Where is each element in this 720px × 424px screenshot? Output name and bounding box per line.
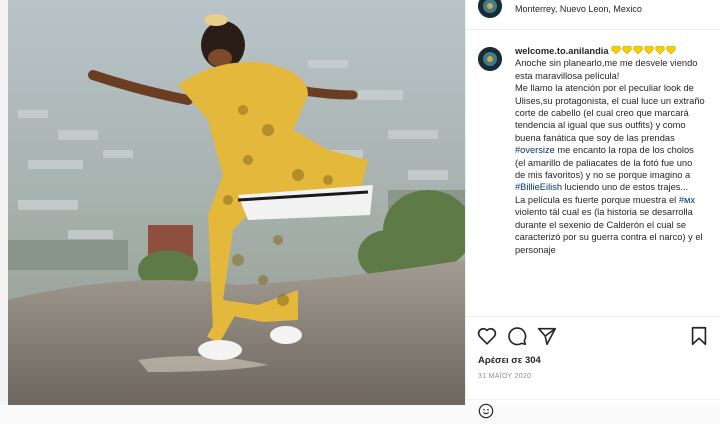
post-media[interactable]	[0, 0, 465, 405]
hashtag-billieeilish[interactable]: #BillieEilish	[515, 182, 562, 192]
avatar[interactable]	[478, 47, 502, 71]
post-caption: welcome.to.anilandia Anoche sin planearl…	[466, 31, 720, 315]
post-actions: Αρέσει σε 304 31 ΜΑΪΟΥ 2020	[466, 316, 720, 419]
caption-line-1: Anoche sin planearlo,me me desvele viend…	[515, 58, 698, 81]
post-date: 31 ΜΑΪΟΥ 2020	[478, 373, 532, 380]
caption-para-2a: Me llamo la atención por el peculiar loo…	[515, 83, 705, 143]
post-photo[interactable]	[8, 0, 465, 405]
instagram-post: Monterrey, Nuevo Leon, Mexico welcome.to…	[0, 0, 720, 419]
like-heart-icon[interactable]	[476, 325, 498, 347]
comment-icon[interactable]	[506, 325, 528, 347]
post-header: Monterrey, Nuevo Leon, Mexico	[466, 0, 720, 30]
likes-count[interactable]: Αρέσει σε 304	[478, 355, 541, 366]
caption-username[interactable]: welcome.to.anilandia	[515, 46, 609, 56]
caption-para-3b: violento tál cual es (la historia se des…	[515, 207, 703, 255]
save-bookmark-icon[interactable]	[688, 325, 710, 347]
caption-text: welcome.to.anilandia Anoche sin planearl…	[515, 45, 705, 256]
caption-para-2c: luciendo uno de estos trajes...	[562, 182, 689, 193]
emoji-icon[interactable]	[478, 403, 494, 419]
post-side-panel: Monterrey, Nuevo Leon, Mexico welcome.to…	[465, 0, 720, 419]
yellow-heart-icons	[611, 45, 677, 56]
share-icon[interactable]	[536, 325, 558, 347]
add-comment-row	[466, 399, 720, 419]
post-location[interactable]: Monterrey, Nuevo Leon, Mexico	[515, 4, 642, 14]
hashtag-mx[interactable]: #мх	[679, 195, 695, 205]
caption-para-3a: La película es fuerte porque muestra el	[515, 194, 679, 205]
avatar[interactable]	[478, 0, 502, 18]
hashtag-oversize[interactable]: #oversize	[515, 145, 555, 155]
